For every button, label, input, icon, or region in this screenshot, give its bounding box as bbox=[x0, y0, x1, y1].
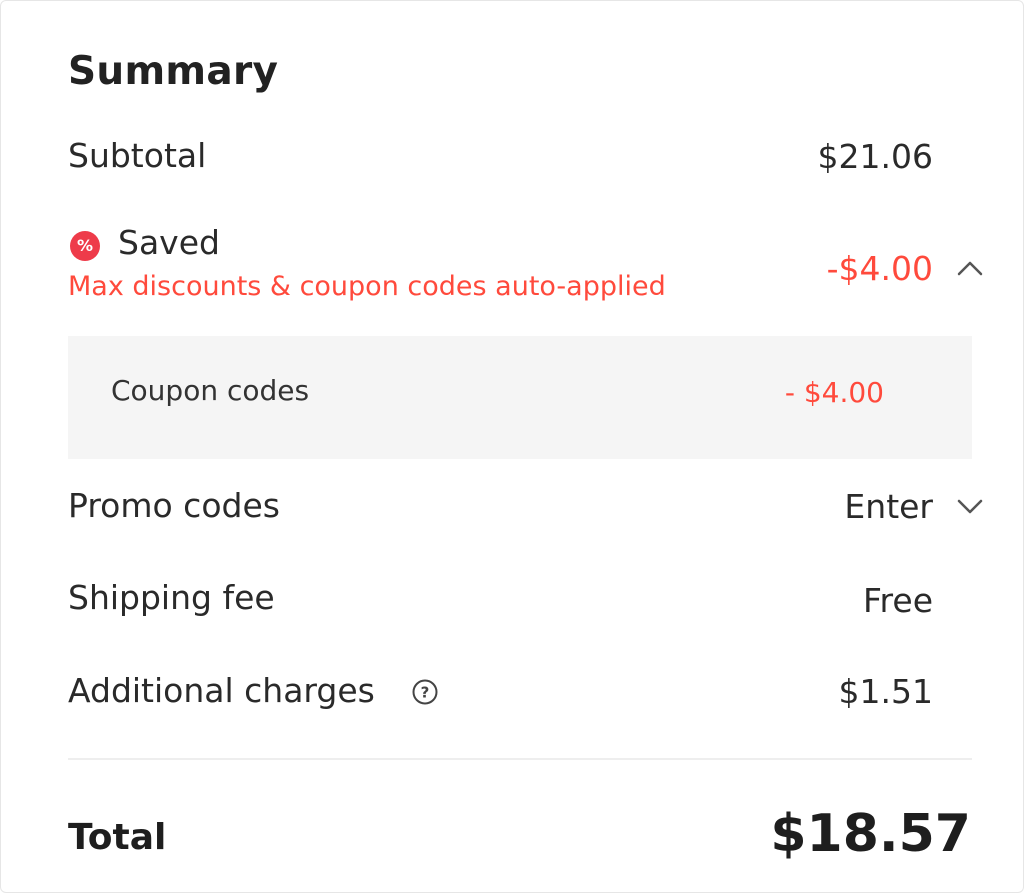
saved-label: Saved bbox=[118, 223, 220, 262]
shipping-fee-label: Shipping fee bbox=[68, 578, 275, 617]
saved-value: -$4.00 bbox=[826, 249, 933, 288]
divider bbox=[68, 758, 972, 760]
total-value: $18.57 bbox=[770, 804, 971, 864]
promo-codes-enter-button[interactable]: Enter bbox=[844, 487, 933, 526]
saved-description: Max discounts & coupon codes auto-applie… bbox=[68, 271, 666, 302]
svg-text:?: ? bbox=[421, 684, 430, 702]
summary-title: Summary bbox=[68, 49, 279, 94]
additional-charges-value: $1.51 bbox=[838, 672, 933, 711]
order-summary-card: Summary Subtotal $21.06 % Saved Max disc… bbox=[0, 0, 1024, 893]
promo-codes-label: Promo codes bbox=[68, 486, 280, 525]
percent-badge-icon: % bbox=[70, 231, 100, 261]
coupon-codes-panel: Coupon codes - $4.00 bbox=[68, 336, 972, 459]
coupon-codes-label: Coupon codes bbox=[111, 374, 310, 407]
chevron-up-icon[interactable] bbox=[953, 253, 987, 283]
shipping-fee-value: Free bbox=[862, 581, 933, 620]
chevron-down-icon[interactable] bbox=[953, 491, 987, 521]
total-label: Total bbox=[68, 817, 167, 858]
subtotal-label: Subtotal bbox=[68, 136, 207, 175]
additional-charges-label: Additional charges bbox=[68, 671, 375, 710]
help-icon[interactable]: ? bbox=[411, 678, 439, 706]
subtotal-value: $21.06 bbox=[817, 137, 933, 176]
coupon-codes-value: - $4.00 bbox=[784, 376, 884, 409]
